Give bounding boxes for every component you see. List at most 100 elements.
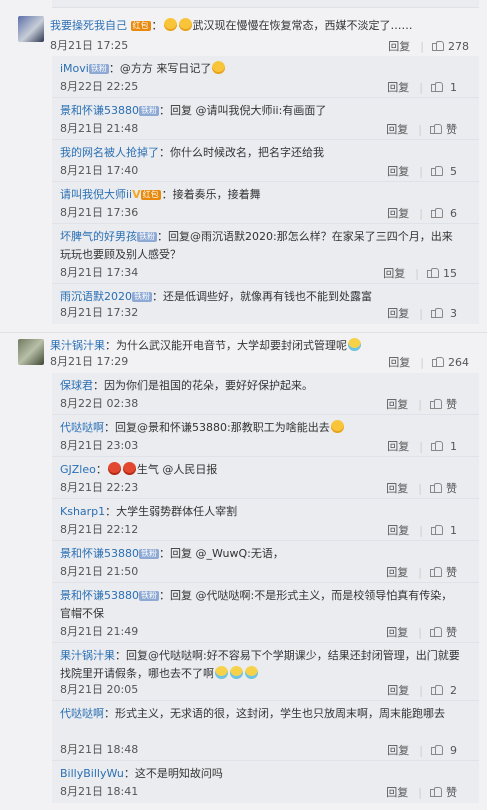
reply-username[interactable]: 请叫我倪大师ii <box>60 188 132 201</box>
reply-username[interactable]: 景和怀谦53880 <box>60 589 139 602</box>
fan-badge: 铁粉 <box>139 106 159 116</box>
crying-emoji-icon <box>245 666 258 679</box>
reply-button[interactable]: 回复 <box>386 624 408 640</box>
reply-text: 回复@代哒哒啊:好不容易下个学期课少，结果还封闭管理，出门就要找院里开请假条，哪… <box>60 649 460 680</box>
list-item: 代哒哒啊：形式主义，无求语的很，这封闭，学生也只放周末啊，周末能跑哪去 8月21… <box>52 701 479 761</box>
list-item: 景和怀谦53880 铁粉 ：回复 @请叫我倪大师ii:有画面了 8月21日 21:4… <box>52 98 479 140</box>
like-count[interactable]: 赞 <box>446 784 457 800</box>
like-icon[interactable] <box>432 41 444 51</box>
like-count[interactable]: 赞 <box>446 396 457 412</box>
reply-date: 8月21日 22:12 <box>60 523 139 536</box>
like-count[interactable]: 15 <box>443 267 457 280</box>
comment-username[interactable]: 果汁锅汁果 <box>50 339 105 352</box>
reply-text-line: 景和怀谦53880 铁粉 ：回复 @代哒哒啊:不是形式主义，而是校领导怕真有传染，官… <box>60 589 453 620</box>
like-count[interactable]: 2 <box>447 684 457 697</box>
like-count[interactable]: 278 <box>448 40 469 53</box>
like-count[interactable]: 赞 <box>446 121 457 137</box>
divider: | <box>419 80 423 94</box>
reply-actions: 回复 | 9 <box>387 742 457 758</box>
reply-username[interactable]: 代哒哒啊 <box>60 707 104 720</box>
like-icon[interactable] <box>431 685 443 695</box>
reply-actions: 回复 | 6 <box>387 205 457 221</box>
avatar[interactable] <box>18 16 44 42</box>
like-count[interactable]: 1 <box>447 81 457 94</box>
avatar[interactable] <box>18 339 44 365</box>
like-count[interactable]: 1 <box>447 440 457 453</box>
divider: | <box>419 164 423 178</box>
reply-button[interactable]: 回复 <box>386 564 408 580</box>
like-count[interactable]: 1 <box>447 524 457 537</box>
like-count[interactable]: 赞 <box>446 564 457 580</box>
like-count[interactable]: 6 <box>447 207 457 220</box>
reply-button[interactable]: 回复 <box>383 265 405 281</box>
reply-button[interactable]: 回复 <box>387 163 409 179</box>
reply-button[interactable]: 回复 <box>387 682 409 698</box>
reply-button[interactable]: 回复 <box>388 354 410 370</box>
reply-username[interactable]: BillyBillyWu <box>60 767 124 780</box>
like-count[interactable]: 赞 <box>446 624 457 640</box>
reply-username[interactable]: 代哒哒啊 <box>60 421 104 434</box>
like-icon[interactable] <box>431 166 443 176</box>
reply-username[interactable]: Ksharp1 <box>60 505 105 518</box>
emoji-icon <box>178 18 192 31</box>
reply-username[interactable]: 坏脾气的好男孩 <box>60 230 137 243</box>
reply-username[interactable]: iMovi <box>60 62 89 75</box>
like-icon[interactable] <box>431 745 443 755</box>
reply-actions: 回复 | 赞 <box>386 480 457 496</box>
reply-actions: 回复 | 3 <box>387 305 457 321</box>
like-icon[interactable] <box>430 567 442 577</box>
list-item: 果汁锅汁果：回复@代哒哒啊:好不容易下个学期课少，结果还封闭管理，出门就要找院里… <box>52 643 479 701</box>
like-icon[interactable] <box>431 308 443 318</box>
comment-actions: 回复 | 278 <box>388 38 469 54</box>
list-item: 保球君：因为你们是祖国的花朵，要好好保护起来。 8月22日 02:38 回复 | 赞 <box>52 373 479 415</box>
reply-text: 回复@景和怀谦53880:那教职工为啥能出去 <box>115 421 330 434</box>
reply-button[interactable]: 回复 <box>386 396 408 412</box>
reply-username[interactable]: 保球君 <box>60 379 93 392</box>
reply-button[interactable]: 回复 <box>387 438 409 454</box>
reply-username[interactable]: 我的网名被人抢掉了 <box>60 146 159 159</box>
like-count[interactable]: 5 <box>447 165 457 178</box>
like-icon[interactable] <box>430 399 442 409</box>
reply-date: 8月21日 23:03 <box>60 439 139 452</box>
verified-icon: V <box>132 188 141 201</box>
comment-username[interactable]: 我要操死我自己 <box>50 19 127 32</box>
divider: | <box>419 439 423 453</box>
like-icon[interactable] <box>431 441 443 451</box>
like-icon[interactable] <box>430 124 442 134</box>
like-icon[interactable] <box>430 787 442 797</box>
like-count[interactable]: 9 <box>447 744 457 757</box>
comment-date: 8月21日 17:29 <box>50 355 129 368</box>
reply-username[interactable]: 景和怀谦53880 <box>60 547 139 560</box>
reply-button[interactable]: 回复 <box>387 522 409 538</box>
reply-username[interactable]: 果汁锅汁果 <box>60 649 115 662</box>
reply-button[interactable]: 回复 <box>387 205 409 221</box>
like-count[interactable]: 264 <box>448 356 469 369</box>
like-icon[interactable] <box>430 627 442 637</box>
reply-button[interactable]: 回复 <box>387 305 409 321</box>
like-icon[interactable] <box>431 82 443 92</box>
reply-username[interactable]: 景和怀谦53880 <box>60 104 139 117</box>
reply-button[interactable]: 回复 <box>387 79 409 95</box>
reply-username[interactable]: 雨沉语默2020 <box>60 290 132 303</box>
like-icon[interactable] <box>427 268 439 278</box>
comment-text: 为什么武汉能开电音节，大学却要封闭式管理呢 <box>116 339 347 352</box>
reply-button[interactable]: 回复 <box>386 480 408 496</box>
reply-button[interactable]: 回复 <box>386 784 408 800</box>
like-icon[interactable] <box>431 525 443 535</box>
reply-button[interactable]: 回复 <box>388 38 410 54</box>
reply-text-line: iMovi 铁粉 ：@方方 来写日记了 <box>60 60 462 78</box>
reply-username[interactable]: GJZleo <box>60 463 96 476</box>
like-count[interactable]: 3 <box>447 307 457 320</box>
reply-text: 生气 @人民日报 <box>136 463 218 476</box>
fan-badge: 铁粉 <box>139 549 159 559</box>
reply-text: 形式主义，无求语的很，这封闭，学生也只放周末啊，周末能跑哪去 <box>115 707 445 720</box>
reply-button[interactable]: 回复 <box>387 742 409 758</box>
divider: | <box>418 397 422 411</box>
like-icon[interactable] <box>431 208 443 218</box>
like-icon[interactable] <box>430 483 442 493</box>
reply-text: 回复 @请叫我倪大师ii:有画面了 <box>170 104 327 117</box>
like-count[interactable]: 赞 <box>446 480 457 496</box>
comment-top: 我要操死我自己 红包：武汉现在慢慢在恢复常态，西媒不淡定了…… 8月21日 17… <box>0 8 487 56</box>
like-icon[interactable] <box>432 357 444 367</box>
reply-button[interactable]: 回复 <box>386 121 408 137</box>
